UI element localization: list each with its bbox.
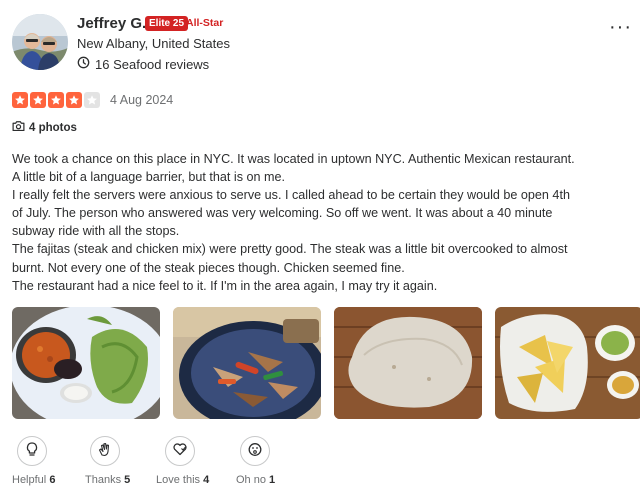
love-this-button[interactable] (165, 436, 195, 466)
review-line: A little bit of a language barrier, but … (12, 170, 286, 185)
thanks-button[interactable] (90, 436, 120, 466)
review-line: I really felt the servers were anxious t… (12, 188, 570, 203)
thanks-count: 5 (124, 474, 131, 486)
photos-label: 4 photos (29, 121, 77, 134)
more-options-button[interactable]: ··· (609, 17, 632, 37)
review-date: 4 Aug 2024 (110, 93, 174, 107)
helpful-text: Helpful (12, 474, 47, 486)
review-line: subway ride with all the stops. (12, 224, 180, 239)
heart-icon (172, 441, 188, 462)
star-icon (48, 92, 64, 108)
elite-badge: Elite 25 (145, 16, 189, 31)
helpful-label: Helpful 6 (12, 474, 55, 486)
ellipsis-icon: ··· (609, 16, 632, 38)
surprised-face-icon (247, 441, 263, 462)
oh-no-count: 1 (269, 474, 276, 486)
helpful-count: 6 (49, 474, 56, 486)
review-line: burnt. Not every one of the steak pieces… (12, 260, 405, 275)
review-line: of July. The person who answered was ver… (12, 206, 553, 221)
oh-no-text: Oh no (236, 474, 266, 486)
user-name[interactable]: Jeffrey G. (77, 15, 146, 32)
review-text: We took a chance on this place in NYC. I… (12, 150, 612, 295)
star-icon (12, 92, 28, 108)
review-photo-fajitas[interactable] (173, 307, 321, 419)
review-line: We took a chance on this place in NYC. I… (12, 152, 575, 166)
clock-icon (77, 56, 90, 72)
love-this-label: Love this 4 (156, 474, 209, 486)
review-count-label: 16 Seafood reviews (95, 56, 210, 72)
review-line: The fajitas (steak and chicken mix) were… (12, 242, 568, 257)
thanks-label: Thanks 5 (85, 474, 130, 486)
review-photo-plate[interactable] (12, 307, 160, 419)
review-photo-chips[interactable] (495, 307, 640, 419)
review-count: 16 Seafood reviews (77, 56, 209, 72)
star-icon (30, 92, 46, 108)
clapping-hands-icon (97, 441, 113, 462)
user-avatar[interactable] (12, 14, 68, 70)
love-this-count: 4 (203, 474, 210, 486)
star-icon (84, 92, 100, 108)
camera-icon (12, 120, 25, 135)
thanks-text: Thanks (85, 474, 122, 486)
user-location: New Albany, United States (77, 36, 230, 51)
photos-link[interactable]: 4 photos (12, 120, 77, 135)
oh-no-label: Oh no 1 (236, 474, 275, 486)
love-this-text: Love this (156, 474, 201, 486)
allstar-badge: All-Star (186, 17, 224, 29)
review-line: The restaurant had a nice feel to it. If… (12, 278, 438, 293)
lightbulb-icon (24, 441, 40, 462)
oh-no-button[interactable] (240, 436, 270, 466)
star-rating (12, 92, 100, 108)
star-icon (66, 92, 82, 108)
helpful-button[interactable] (17, 436, 47, 466)
review-photo-tortilla[interactable] (334, 307, 482, 419)
